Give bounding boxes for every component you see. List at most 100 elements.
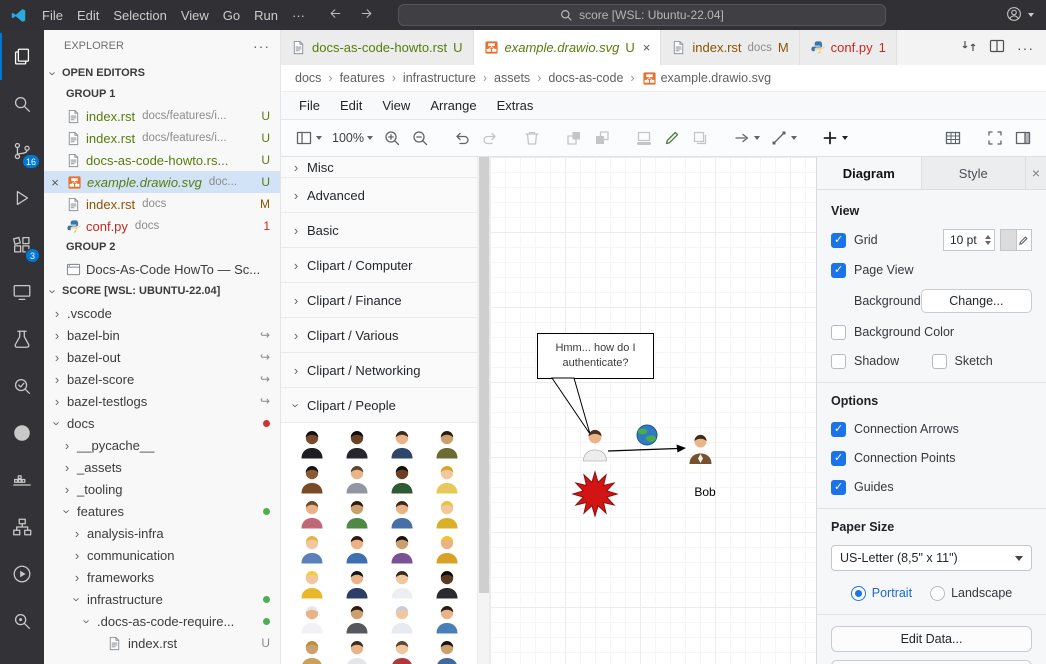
edit-data-button[interactable]: Edit Data... bbox=[831, 626, 1032, 652]
person-figure-asking[interactable] bbox=[584, 430, 607, 461]
clipart-person[interactable] bbox=[340, 428, 374, 460]
clipart-person[interactable] bbox=[295, 638, 329, 664]
scrollbar[interactable] bbox=[478, 157, 490, 664]
format-panel-toggle-button[interactable] bbox=[1010, 124, 1036, 152]
clipart-person[interactable] bbox=[430, 533, 464, 565]
redo-button[interactable] bbox=[477, 124, 503, 152]
breadcrumb-item[interactable]: features bbox=[340, 71, 385, 85]
shape-section-clipart-computer[interactable]: Clipart / Computer bbox=[281, 248, 477, 283]
chevron-down-icon[interactable] bbox=[1028, 13, 1034, 17]
menu-selection[interactable]: Selection bbox=[106, 5, 173, 26]
grid-color-button[interactable] bbox=[1000, 229, 1032, 251]
tree-folder[interactable]: bazel-testlogs↪ bbox=[44, 390, 280, 412]
search-settings-icon[interactable] bbox=[0, 597, 44, 644]
delete-button[interactable] bbox=[519, 124, 545, 152]
connection-arrows-checkbox[interactable] bbox=[831, 422, 846, 437]
close-icon[interactable]: × bbox=[643, 40, 651, 55]
to-back-button[interactable] bbox=[589, 124, 615, 152]
explorer-icon[interactable] bbox=[0, 33, 44, 80]
zoom-out-button[interactable] bbox=[407, 124, 433, 152]
compare-icon[interactable] bbox=[961, 38, 977, 57]
tab-style[interactable]: Style bbox=[922, 157, 1027, 189]
diagram-canvas[interactable]: Hmm... how do I authenticate? bbox=[490, 157, 816, 664]
testing-icon[interactable] bbox=[0, 315, 44, 362]
to-front-button[interactable] bbox=[561, 124, 587, 152]
menu-more[interactable]: ··· bbox=[285, 5, 312, 26]
clipart-person[interactable] bbox=[340, 463, 374, 495]
breadcrumb-item[interactable]: infrastructure bbox=[403, 71, 476, 85]
open-editor-item[interactable]: index.rstdocs/features/i...U bbox=[44, 127, 280, 149]
clipart-person[interactable] bbox=[385, 568, 419, 600]
shape-section-clipart-people[interactable]: Clipart / People bbox=[281, 388, 477, 423]
fullscreen-button[interactable] bbox=[982, 124, 1008, 152]
back-arrow-icon[interactable] bbox=[328, 6, 343, 24]
tree-folder[interactable]: _assets bbox=[44, 456, 280, 478]
breadcrumb-item[interactable]: example.drawio.svg bbox=[642, 71, 771, 86]
editor-tab[interactable]: conf.py1 bbox=[800, 30, 897, 65]
tree-folder[interactable]: docs bbox=[44, 412, 280, 434]
breadcrumb-item[interactable]: docs-as-code bbox=[548, 71, 623, 85]
menu-file[interactable]: File bbox=[35, 5, 70, 26]
guides-checkbox[interactable] bbox=[831, 480, 846, 495]
clipart-person[interactable] bbox=[295, 498, 329, 530]
landscape-radio[interactable] bbox=[930, 586, 945, 601]
zoom-in-button[interactable] bbox=[379, 124, 405, 152]
tree-folder[interactable]: __pycache__ bbox=[44, 434, 280, 456]
run-debug-icon[interactable] bbox=[0, 174, 44, 221]
shadow-button[interactable] bbox=[687, 124, 713, 152]
person-figure-bob[interactable] bbox=[690, 435, 712, 464]
tree-folder[interactable]: frameworks bbox=[44, 566, 280, 588]
tree-folder[interactable]: features bbox=[44, 500, 280, 522]
gitlens-icon[interactable] bbox=[0, 362, 44, 409]
tree-file[interactable]: index.rstU bbox=[44, 632, 280, 654]
spin-down-icon[interactable] bbox=[985, 241, 991, 245]
accounts-icon[interactable] bbox=[1005, 5, 1023, 26]
clear-default-style-button[interactable]: Clear Default Style bbox=[831, 660, 1032, 664]
more-actions-icon[interactable]: ··· bbox=[253, 38, 270, 54]
clipart-person[interactable] bbox=[385, 533, 419, 565]
tree-folder[interactable]: bazel-out↪ bbox=[44, 346, 280, 368]
clipart-person[interactable] bbox=[385, 638, 419, 664]
drawio-menu-edit[interactable]: Edit bbox=[330, 94, 372, 117]
connection-style-button[interactable] bbox=[729, 124, 764, 152]
clipart-person[interactable] bbox=[295, 463, 329, 495]
tree-folder[interactable]: communication bbox=[44, 544, 280, 566]
clipart-person[interactable] bbox=[430, 638, 464, 664]
clipart-person[interactable] bbox=[295, 603, 329, 635]
open-editor-item[interactable]: conf.pydocs1 bbox=[44, 215, 280, 237]
background-color-checkbox[interactable] bbox=[831, 325, 846, 340]
shape-section-clipart-finance[interactable]: Clipart / Finance bbox=[281, 283, 477, 318]
clipart-person[interactable] bbox=[340, 533, 374, 565]
spin-up-icon[interactable] bbox=[985, 235, 991, 239]
clipart-person[interactable] bbox=[430, 568, 464, 600]
clipart-person[interactable] bbox=[340, 498, 374, 530]
github-icon[interactable] bbox=[0, 409, 44, 456]
close-icon[interactable]: × bbox=[1026, 157, 1046, 189]
menu-run[interactable]: Run bbox=[247, 5, 285, 26]
zoom-level-button[interactable]: 100% bbox=[328, 124, 377, 152]
open-editor-item[interactable]: Docs-As-Code HowTo — Sc... bbox=[44, 258, 280, 280]
clipart-person[interactable] bbox=[385, 463, 419, 495]
shape-section-clipart-various[interactable]: Clipart / Various bbox=[281, 318, 477, 353]
org-chart-icon[interactable] bbox=[0, 503, 44, 550]
remote-explorer-icon[interactable] bbox=[0, 268, 44, 315]
editor-tab[interactable]: docs-as-code-howto.rstU bbox=[281, 30, 474, 65]
tree-folder[interactable]: _tooling bbox=[44, 478, 280, 500]
open-editor-item[interactable]: index.rstdocs/features/i...U bbox=[44, 105, 280, 127]
clipart-person[interactable] bbox=[340, 638, 374, 664]
tree-folder[interactable]: .docs-as-code-require... bbox=[44, 610, 280, 632]
menu-edit[interactable]: Edit bbox=[70, 5, 106, 26]
clipart-person[interactable] bbox=[385, 603, 419, 635]
clipart-person[interactable] bbox=[385, 498, 419, 530]
tree-folder[interactable]: bazel-score↪ bbox=[44, 368, 280, 390]
clipart-person[interactable] bbox=[295, 428, 329, 460]
shape-section-clipart-networking[interactable]: Clipart / Networking bbox=[281, 353, 477, 388]
source-control-icon[interactable]: 16 bbox=[0, 127, 44, 174]
insert-button[interactable] bbox=[817, 124, 852, 152]
editor-tab[interactable]: example.drawio.svgU× bbox=[474, 30, 662, 65]
globe-icon[interactable] bbox=[637, 425, 657, 445]
connection-points-checkbox[interactable] bbox=[831, 451, 846, 466]
tree-folder[interactable]: infrastructure bbox=[44, 588, 280, 610]
menu-go[interactable]: Go bbox=[216, 5, 247, 26]
speech-bubble-tail[interactable] bbox=[552, 378, 590, 434]
